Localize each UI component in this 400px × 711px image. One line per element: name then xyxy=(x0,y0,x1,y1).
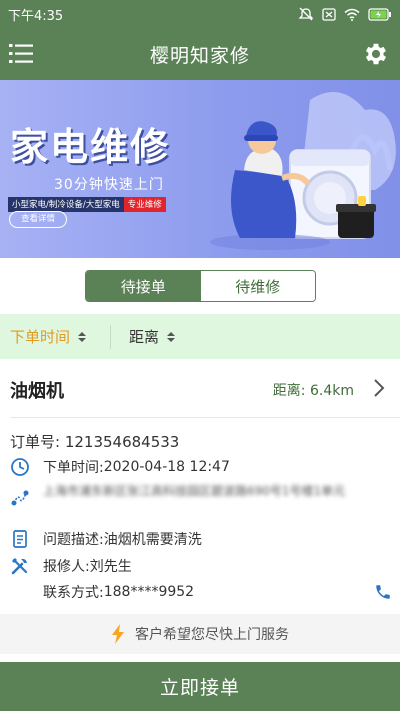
problem-value: 油烟机需要清洗 xyxy=(103,532,202,548)
tab-pending-accept[interactable]: 待接单 xyxy=(86,271,201,301)
menu-button[interactable] xyxy=(8,40,36,68)
settings-button[interactable] xyxy=(362,40,390,68)
banner-headline: 家电维修 xyxy=(10,124,171,169)
order-status-tabs: 待接单 待维修 xyxy=(85,270,316,302)
reporter-label: 报修人: xyxy=(43,559,90,575)
address-row: 上海市浦东新区张江高科技园区碧波路690号1号楼1单元 xyxy=(0,482,400,508)
appliance-name: 油烟机 xyxy=(10,381,64,402)
sort-distance[interactable]: 距离 xyxy=(111,326,176,347)
order-card-header[interactable]: 油烟机 距离: 6.4km xyxy=(0,359,400,417)
order-distance: 距离: 6.4km xyxy=(272,383,354,399)
urgent-notice: 客户希望您尽快上门服务 xyxy=(0,614,400,654)
order-time-value: 2020-04-18 12:47 xyxy=(103,459,230,475)
wifi-icon xyxy=(344,8,360,21)
clock-icon xyxy=(11,458,29,476)
menu-icon xyxy=(9,44,33,63)
repairman-washer-illustration xyxy=(210,92,396,250)
sort-order-time-label: 下单时间 xyxy=(10,328,71,346)
banner-tag-highlight: 专业维修 xyxy=(123,197,166,212)
sort-bar: 下单时间 距离 xyxy=(0,314,400,359)
problem-row: 问题描述: 油烟机需要清洗 xyxy=(0,529,400,549)
lightning-icon xyxy=(112,624,124,644)
tabs-area: 待接单 待维修 xyxy=(0,258,400,314)
contact-value: 188****9952 xyxy=(103,584,195,600)
sim-off-icon xyxy=(322,7,336,21)
app-bar: 樱明知家修 xyxy=(0,28,400,80)
battery-icon xyxy=(368,7,391,21)
status-time: 下午4:35 xyxy=(8,8,64,24)
status-bar: 下午4:35 xyxy=(0,0,400,28)
mute-icon xyxy=(298,7,314,21)
contact-label: 联系方式: xyxy=(43,585,104,601)
document-icon xyxy=(13,530,27,548)
sort-arrows-icon xyxy=(78,331,87,342)
reporter-value: 刘先生 xyxy=(89,559,132,575)
order-card[interactable]: 油烟机 距离: 6.4km 订单号: 121354684533 下单时间: 20… xyxy=(0,359,400,662)
banner-tag-categories: 小型家电/制冷设备/大型家电 xyxy=(8,197,124,212)
promo-banner[interactable]: 家电维修 30分钟快速上门 小型家电/制冷设备/大型家电 专业维修 查看详情 xyxy=(0,80,400,258)
route-icon xyxy=(11,490,29,506)
order-time-label: 下单时间: xyxy=(43,460,104,476)
status-icons xyxy=(298,7,392,21)
page-title: 樱明知家修 xyxy=(149,44,250,67)
banner-subtitle: 30分钟快速上门 xyxy=(54,177,164,193)
accept-order-button[interactable]: 立即接单 xyxy=(0,662,400,711)
sort-arrows-icon xyxy=(167,331,176,342)
phone-icon[interactable] xyxy=(374,583,392,601)
banner-tags: 小型家电/制冷设备/大型家电 专业维修 xyxy=(8,197,166,212)
tools-icon xyxy=(11,558,28,575)
app-screen: 下午4:35 樱明知家修 家电维修 30分钟快速上门 小型家电/制冷设备/大型家… xyxy=(0,0,400,711)
address-blurred: 上海市浦东新区张江高科技园区碧波路690号1号楼1单元 xyxy=(43,484,346,498)
banner-detail-button[interactable]: 查看详情 xyxy=(9,211,67,228)
gear-icon xyxy=(365,43,387,65)
sort-order-time[interactable]: 下单时间 xyxy=(0,326,110,347)
reporter-row: 报修人: 刘先生 xyxy=(0,556,400,576)
order-number: 订单号: 121354684533 xyxy=(10,433,180,451)
divider xyxy=(10,417,400,418)
chevron-right-icon xyxy=(374,379,385,397)
problem-label: 问题描述: xyxy=(43,532,104,548)
tab-pending-repair[interactable]: 待维修 xyxy=(200,271,315,301)
order-time-row: 下单时间: 2020-04-18 12:47 xyxy=(0,457,400,477)
urgent-notice-text: 客户希望您尽快上门服务 xyxy=(135,627,289,643)
sort-distance-label: 距离 xyxy=(129,328,160,346)
contact-row: 联系方式: 188****9952 xyxy=(0,582,400,602)
